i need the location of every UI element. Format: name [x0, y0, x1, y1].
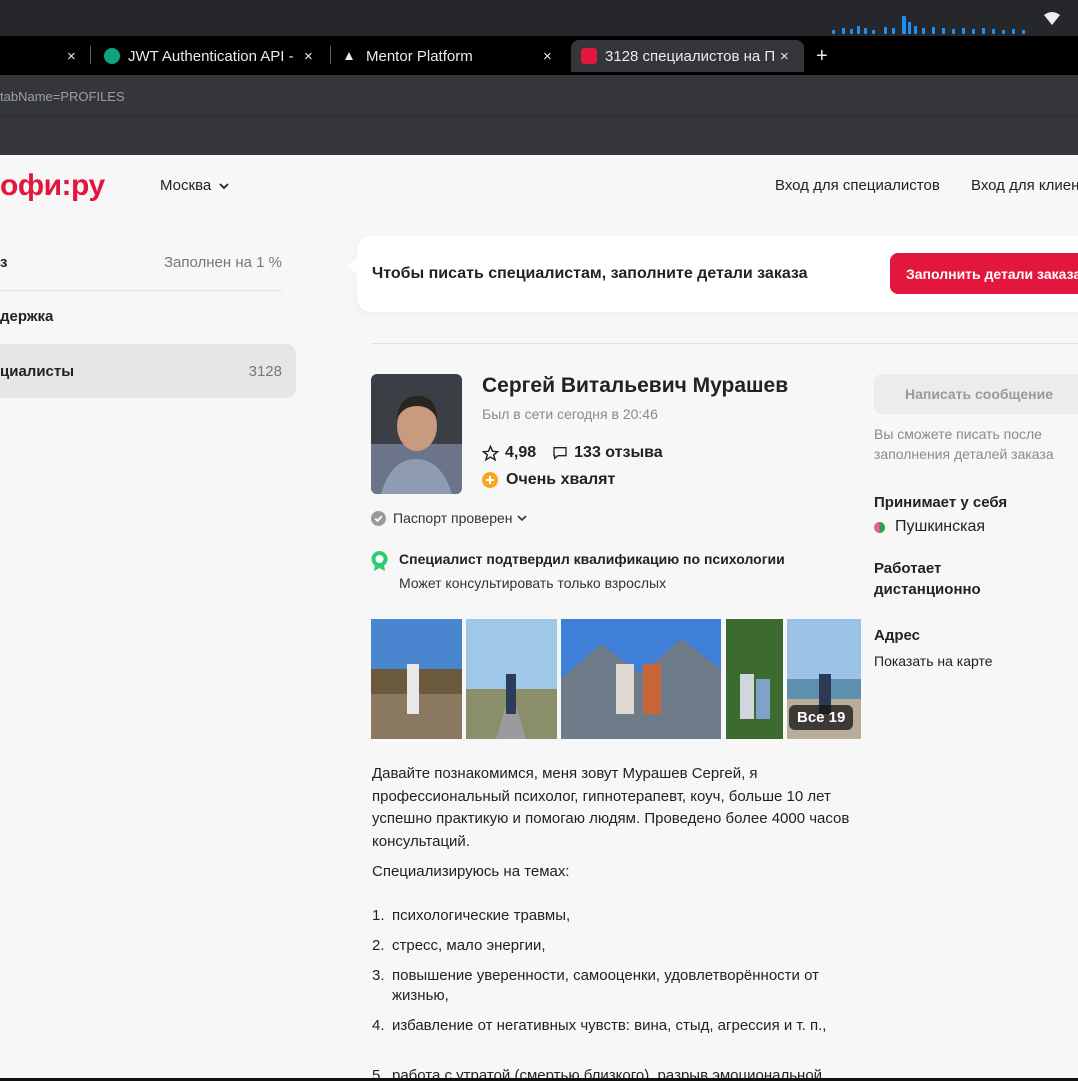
receives-title: Принимает у себя	[874, 494, 1008, 511]
list-number: 4.	[372, 1017, 385, 1034]
banner-text: Чтобы писать специалистам, заполните дет…	[372, 265, 808, 282]
divider	[372, 343, 1078, 344]
address-bar[interactable]: tabName=PROFILES	[0, 75, 1078, 115]
tab-title: Mentor Platform	[366, 47, 473, 65]
jwt-favicon-icon	[104, 48, 120, 64]
all-photos-button[interactable]: Все 19	[789, 705, 854, 730]
close-icon[interactable]: ×	[543, 48, 552, 65]
close-icon[interactable]: ×	[67, 48, 76, 65]
gallery-photo[interactable]	[561, 619, 721, 739]
qualification-subtitle: Может консультировать только взрослых	[399, 575, 667, 591]
sidebar-item-specialists[interactable]: циалисты 3128	[0, 346, 282, 396]
last-seen: Был в сети сегодня в 20:46	[482, 406, 658, 422]
metro-label: Пушкинская	[895, 518, 986, 535]
tab-0[interactable]: ×	[0, 40, 90, 72]
remote-title: Работает дистанционно	[874, 560, 981, 598]
list-item: 4. избавление от негативных чувств: вина,…	[372, 1016, 862, 1036]
gallery-photo[interactable]	[466, 619, 557, 739]
message-note: Вы сможете писать после заполнения детал…	[874, 426, 1054, 462]
specializes-heading: Специализируюсь на темах:	[372, 863, 570, 880]
passport-verified[interactable]: Паспорт проверен	[371, 510, 527, 526]
sidebar-item-label: циалисты	[0, 362, 75, 380]
list-item: 2. стресс, мало энергии,	[372, 936, 862, 956]
sidebar-item-order[interactable]: з Заполнен на 1 %	[0, 237, 282, 287]
gallery-photo[interactable]	[726, 619, 783, 739]
close-icon[interactable]: ×	[780, 48, 789, 65]
qualification-badge-icon	[371, 551, 388, 571]
reviews-count: 133 отзыва	[574, 444, 663, 461]
gallery-photo[interactable]	[371, 619, 462, 739]
passport-label: Паспорт проверен	[393, 510, 513, 526]
about-text: Давайте познакомимся, меня зовут Мурашев…	[372, 765, 850, 850]
address-title: Адрес	[874, 627, 921, 644]
tab-mentor[interactable]: Mentor Platform ×	[344, 40, 562, 72]
sidebar-item-support[interactable]: держка	[0, 291, 282, 341]
sidebar-item-count: 3128	[248, 362, 282, 380]
specialist-name[interactable]: Сергей Витальевич Мурашев	[482, 374, 788, 398]
metro-icon	[874, 521, 885, 533]
plus-circle-icon	[482, 472, 498, 488]
page-content: офи:ру Москва Вход для специалистов Вход…	[0, 155, 1078, 1081]
list-number: 1.	[372, 907, 385, 924]
fill-order-button[interactable]: Заполнить детали заказа	[890, 253, 1078, 294]
list-item: 1. психологические травмы,	[372, 906, 862, 926]
tab-title: JWT Authentication API -	[128, 47, 294, 65]
banner-tip	[347, 256, 359, 276]
chevron-down-icon	[219, 182, 229, 189]
tab-bar: × JWT Authentication API - × Mentor Plat…	[0, 36, 1078, 75]
list-number: 3.	[372, 967, 385, 984]
list-number: 2.	[372, 937, 385, 954]
network-graph-icon	[832, 16, 1025, 34]
login-client-link[interactable]: Вход для клиен	[971, 177, 1078, 194]
tab-separator	[90, 46, 91, 64]
login-specialist-link[interactable]: Вход для специалистов	[775, 177, 940, 194]
list-text: стресс, мало энергии,	[392, 937, 546, 954]
sidebar-item-value: Заполнен на 1 %	[163, 253, 282, 271]
triangle-favicon-icon	[345, 52, 353, 60]
list-text: психологические травмы,	[392, 907, 571, 924]
list-text: избавление от негативных чувств: вина, с…	[392, 1017, 827, 1034]
new-tab-button[interactable]: +	[816, 40, 828, 72]
tab-title: 3128 специалистов на П	[605, 47, 775, 65]
praise-label: Очень хвалят	[506, 471, 616, 488]
city-label: Москва	[160, 177, 212, 194]
tab-jwt[interactable]: JWT Authentication API - ×	[104, 40, 324, 72]
list-item: 3. повышение уверенности, самооценки, удо…	[372, 966, 862, 1006]
system-bar	[0, 0, 1078, 36]
wifi-icon[interactable]	[1044, 11, 1060, 25]
tab-active-profi[interactable]: 3128 специалистов на П ×	[571, 40, 804, 72]
sidebar-item-label: держка	[0, 307, 54, 325]
list-text: повышение уверенности, самооценки, удовл…	[392, 967, 819, 1004]
rating-row[interactable]: 4,98 133 отзыва	[482, 444, 663, 462]
comment-icon	[553, 447, 567, 460]
praise-badge: Очень хвалят	[482, 471, 615, 489]
avatar[interactable]	[371, 374, 462, 494]
tab-separator	[330, 46, 331, 64]
check-circle-icon	[371, 510, 386, 526]
site-logo[interactable]: офи:ру	[0, 169, 105, 203]
url-text: tabName=PROFILES	[0, 89, 125, 104]
order-details-banner: Чтобы писать специалистам, заполните дет…	[347, 236, 1078, 312]
write-message-button[interactable]: Написать сообщение	[874, 374, 1078, 414]
city-selector[interactable]: Москва	[160, 177, 229, 194]
qualification-title: Специалист подтвердил квалификацию по пс…	[399, 551, 785, 567]
star-icon	[482, 444, 499, 461]
bookmarks-bar	[0, 115, 1078, 155]
show-on-map-link[interactable]: Показать на карте	[874, 653, 993, 669]
metro-station: Пушкинская	[874, 518, 985, 536]
sidebar-item-label: з	[0, 253, 8, 271]
close-icon[interactable]: ×	[304, 48, 313, 65]
profi-favicon-icon	[581, 48, 597, 64]
chevron-down-icon	[516, 515, 527, 522]
rating-value: 4,98	[505, 444, 537, 461]
